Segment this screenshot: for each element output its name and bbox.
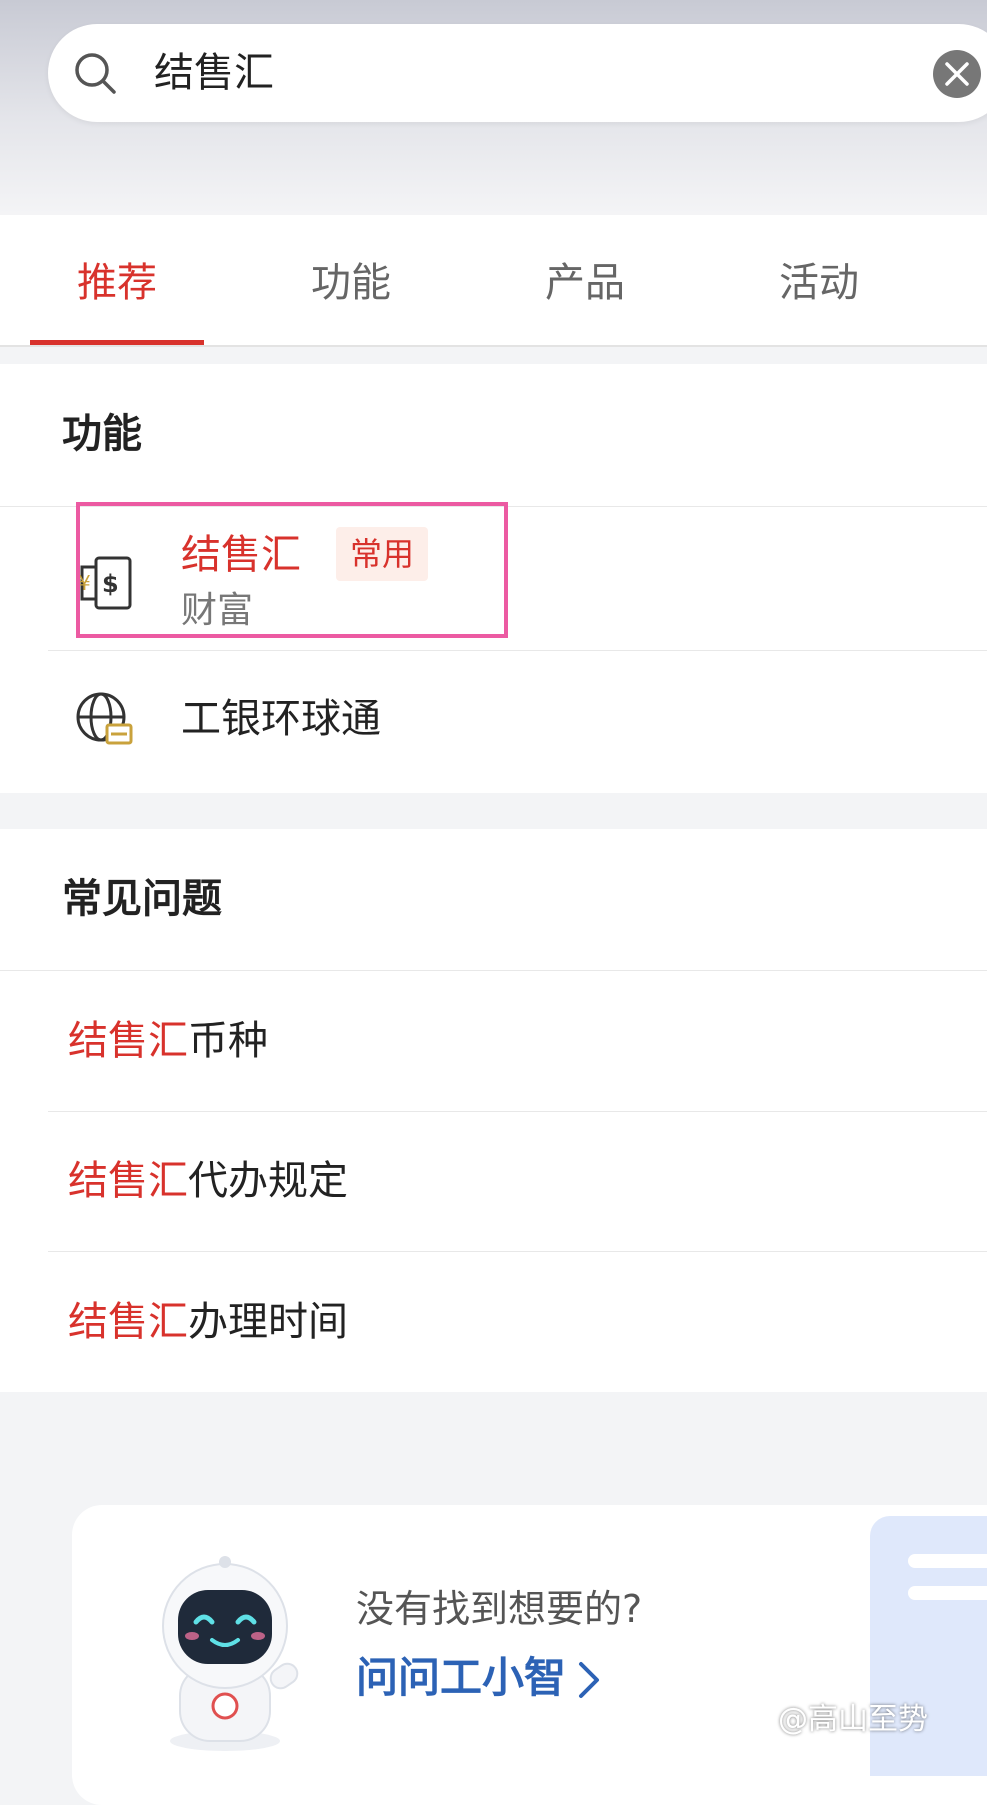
function-title: 工银环球通 — [181, 696, 381, 742]
divider — [48, 1251, 987, 1252]
divider — [0, 970, 987, 971]
robot-assistant-icon — [162, 1556, 299, 1751]
faq-item[interactable]: 结售汇代办规定 — [68, 1154, 348, 1208]
search-bar[interactable]: 结售汇 — [48, 24, 987, 122]
divider — [48, 1111, 987, 1112]
search-input[interactable]: 结售汇 — [154, 46, 274, 100]
faq-item[interactable]: 结售汇办理时间 — [68, 1295, 348, 1349]
chevron-right-icon[interactable] — [576, 1660, 602, 1700]
tab-recommend[interactable]: 推荐 — [77, 257, 157, 309]
faq-keyword: 结售汇 — [68, 1158, 188, 1204]
assistant-prompt: 没有找到想要的? — [356, 1587, 643, 1631]
category-tabs: 推荐 功能 产品 活动 — [0, 215, 987, 347]
highlight-box — [76, 502, 508, 638]
faq-keyword: 结售汇 — [68, 1299, 188, 1345]
close-icon — [945, 62, 969, 86]
faq-item[interactable]: 结售汇币种 — [68, 1014, 268, 1068]
faq-keyword: 结售汇 — [68, 1018, 188, 1064]
functions-section-title: 功能 — [62, 411, 142, 457]
tab-activities[interactable]: 活动 — [779, 257, 859, 309]
watermark: @高山至势 — [778, 1702, 928, 1737]
tab-functions[interactable]: 功能 — [311, 257, 391, 309]
function-item-icbc-global[interactable]: 工银环球通 — [48, 651, 987, 793]
faq-section: 常见问题 结售汇币种 结售汇代办规定 结售汇办理时间 — [0, 829, 987, 1392]
faq-text: 代办规定 — [188, 1158, 348, 1204]
search-icon — [75, 53, 116, 94]
faq-text: 办理时间 — [188, 1299, 348, 1345]
ask-assistant-link[interactable]: 问问工小智 — [356, 1650, 566, 1706]
globe-card-icon — [76, 692, 133, 745]
faq-text: 币种 — [188, 1018, 268, 1064]
faq-section-title: 常见问题 — [62, 876, 222, 922]
clear-search-button[interactable] — [933, 50, 981, 98]
active-tab-indicator — [30, 340, 204, 345]
tab-products[interactable]: 产品 — [545, 257, 625, 309]
